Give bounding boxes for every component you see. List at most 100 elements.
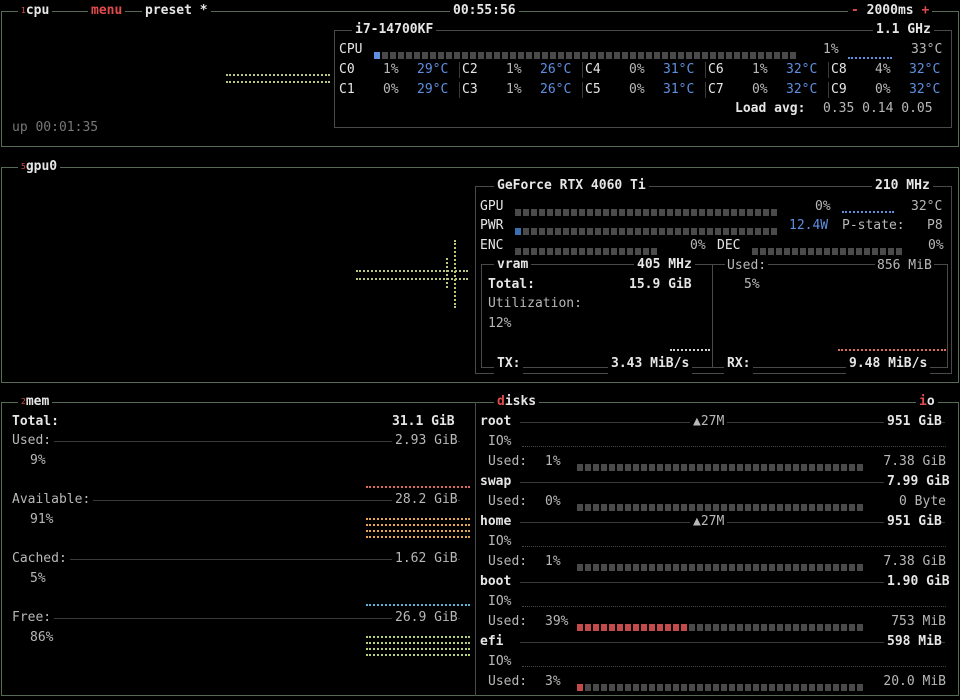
cpu-core-pct: 4% bbox=[875, 62, 891, 77]
disk-size: 598 MiB bbox=[884, 632, 942, 652]
bar-segment bbox=[857, 684, 863, 691]
bar-segment bbox=[571, 228, 577, 235]
bar-segment bbox=[673, 684, 679, 691]
bar-segment bbox=[721, 564, 727, 571]
bar-segment bbox=[595, 209, 601, 216]
bar-segment bbox=[841, 564, 847, 571]
mem-item-graph bbox=[366, 654, 470, 656]
disk-used-bar-svg bbox=[577, 564, 863, 571]
bar-segment bbox=[761, 464, 767, 471]
disk-io-graph bbox=[522, 666, 946, 667]
bar-segment bbox=[555, 248, 561, 255]
mem-item-graph bbox=[366, 642, 470, 644]
cpu-core-pct: 0% bbox=[875, 82, 891, 97]
bar-segment bbox=[683, 209, 689, 216]
disk-io-label: IO% bbox=[488, 534, 512, 549]
bar-segment bbox=[771, 209, 777, 216]
bar-segment bbox=[715, 228, 721, 235]
bar-segment bbox=[691, 228, 697, 235]
bar-segment bbox=[611, 248, 617, 255]
bar-segment bbox=[801, 464, 807, 471]
bar-segment bbox=[587, 209, 593, 216]
bar-segment bbox=[745, 684, 751, 691]
bar-segment bbox=[643, 209, 649, 216]
bar-segment bbox=[896, 248, 902, 255]
bar-segment bbox=[739, 209, 745, 216]
bar-segment bbox=[619, 209, 625, 216]
bar-segment bbox=[534, 52, 540, 59]
bar-segment bbox=[737, 564, 743, 571]
bar-segment bbox=[515, 248, 521, 255]
bar-segment bbox=[747, 209, 753, 216]
tx-label: TX: bbox=[494, 354, 524, 374]
bar-segment bbox=[577, 504, 583, 511]
bar-segment bbox=[542, 52, 548, 59]
bar-segment bbox=[825, 564, 831, 571]
bar-segment bbox=[622, 52, 628, 59]
bar-segment bbox=[382, 52, 388, 59]
bar-segment bbox=[422, 52, 428, 59]
bar-segment bbox=[523, 228, 529, 235]
mem-item-pct: 5% bbox=[30, 571, 46, 586]
bar-segment bbox=[638, 52, 644, 59]
bar-segment bbox=[633, 624, 639, 631]
bar-segment bbox=[793, 504, 799, 511]
bar-segment bbox=[617, 564, 623, 571]
bar-segment bbox=[539, 248, 545, 255]
bar-segment bbox=[771, 228, 777, 235]
bar-segment bbox=[587, 228, 593, 235]
mem-item-pct: 91% bbox=[30, 512, 54, 527]
bar-segment bbox=[689, 624, 695, 631]
bar-segment bbox=[769, 684, 775, 691]
gpu-util-label: GPU bbox=[480, 199, 504, 214]
interval-minus-button[interactable]: - bbox=[851, 3, 859, 18]
cpu-core-name: C2 bbox=[462, 62, 478, 77]
disk-name: root bbox=[480, 414, 512, 429]
bar-segment bbox=[713, 624, 719, 631]
bar-segment bbox=[729, 504, 735, 511]
disks-tab[interactable]: disks bbox=[494, 395, 540, 409]
bar-segment bbox=[601, 504, 607, 511]
interval-control[interactable]: - 2000ms + bbox=[848, 3, 933, 18]
cpu-core-name: C9 bbox=[831, 82, 847, 97]
bar-segment bbox=[817, 504, 823, 511]
bar-segment bbox=[593, 624, 599, 631]
bar-segment bbox=[721, 684, 727, 691]
bar-segment bbox=[657, 464, 663, 471]
cpu-core-name: C5 bbox=[585, 82, 601, 97]
disk-size: 7.99 GiB bbox=[884, 472, 950, 492]
disk-used-bar bbox=[577, 678, 867, 691]
bar-segment bbox=[689, 684, 695, 691]
mem-tab[interactable]: 2mem bbox=[18, 395, 53, 409]
cpu-tab[interactable]: 1cpu bbox=[18, 4, 53, 18]
bar-segment bbox=[825, 624, 831, 631]
preset-tab[interactable]: preset * bbox=[142, 4, 211, 18]
rx-graph bbox=[838, 349, 946, 351]
bar-segment bbox=[825, 464, 831, 471]
bar-segment bbox=[654, 52, 660, 59]
disk-used: 7.38 GiB bbox=[883, 554, 946, 569]
load-avg-values: 0.35 0.14 0.05 bbox=[823, 101, 933, 116]
disk-size: 951 GiB bbox=[884, 412, 942, 432]
disk-rule bbox=[520, 582, 945, 583]
interval-plus-button[interactable]: + bbox=[921, 3, 929, 18]
bar-segment bbox=[657, 684, 663, 691]
disk-io-label: IO% bbox=[488, 594, 512, 609]
bar-segment bbox=[739, 228, 745, 235]
gpu-tab[interactable]: 5gpu0 bbox=[18, 160, 61, 174]
bar-segment bbox=[782, 52, 788, 59]
bar-segment bbox=[601, 684, 607, 691]
bar-segment bbox=[657, 624, 663, 631]
disk-io: ▲27M bbox=[690, 412, 728, 432]
bar-segment bbox=[793, 624, 799, 631]
bar-segment bbox=[760, 248, 766, 255]
gpu-pwr-value: 12.4W bbox=[789, 218, 829, 233]
disk-used-pct: 3% bbox=[545, 674, 561, 689]
bar-segment bbox=[755, 228, 761, 235]
io-toggle[interactable]: io bbox=[916, 395, 938, 409]
bar-segment bbox=[857, 564, 863, 571]
bar-segment bbox=[726, 52, 732, 59]
disk-used-pct: 0% bbox=[545, 494, 561, 509]
bar-segment bbox=[808, 248, 814, 255]
menu-tab[interactable]: menu bbox=[88, 4, 126, 18]
